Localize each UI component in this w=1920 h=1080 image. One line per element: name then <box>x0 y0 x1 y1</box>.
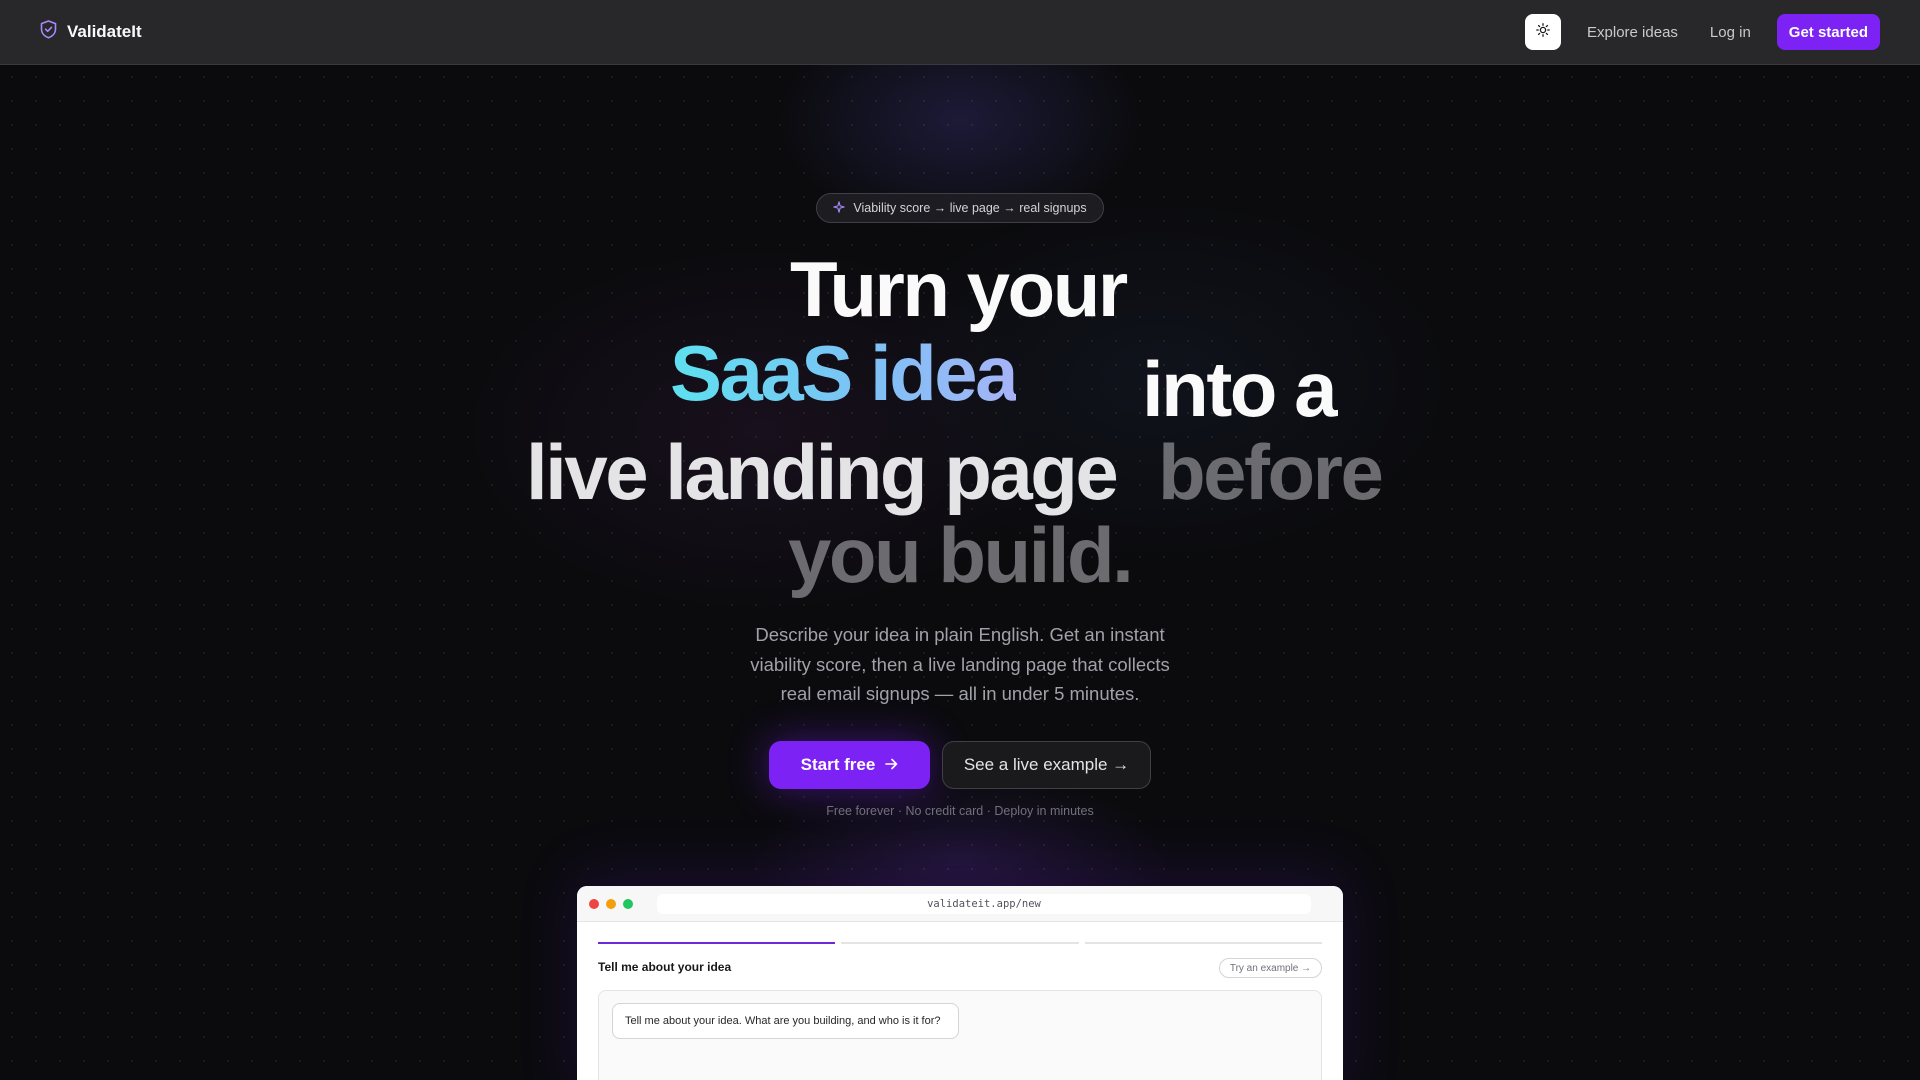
hero-subtitle: Describe your idea in plain English. Get… <box>750 624 1170 704</box>
hero-fineprint: Free forever · No credit card · Deploy i… <box>826 804 1094 818</box>
headline-line-3-muted: before <box>1158 428 1384 516</box>
window-close-dot <box>589 898 599 909</box>
step-progress-segment <box>841 942 1079 944</box>
start-free-label: Start free <box>800 755 876 774</box>
window-minimize-dot <box>606 898 616 909</box>
step-progress <box>598 942 1322 944</box>
headline-line-4: you build. <box>788 511 1134 599</box>
chat-area: Tell me about your idea. What are you bu… <box>598 990 1322 1080</box>
arrow-right-icon <box>885 755 898 775</box>
headline-accent: SaaS idea <box>670 329 1019 417</box>
browser-mockup: validateit.app/new Tell me about your id… <box>577 886 1343 1080</box>
window-maximize-dot <box>623 898 633 909</box>
headline-line-2: into a <box>1142 345 1338 433</box>
mock-step-title: Tell me about your idea <box>598 960 732 974</box>
assistant-message: Tell me about your idea. What are you bu… <box>612 1003 959 1039</box>
headline-line-1: Turn your <box>790 245 1128 333</box>
see-live-example-button[interactable]: See a live example → <box>942 741 1151 789</box>
headline-line-3: live landing page <box>526 428 1119 516</box>
hero-headline: Turn your SaaS idea into a live landing … <box>0 0 1920 600</box>
browser-toolbar: validateit.app/new <box>577 886 1343 922</box>
address-bar: validateit.app/new <box>657 894 1311 914</box>
step-progress-segment <box>598 942 836 944</box>
start-free-button[interactable]: Start free <box>769 741 930 789</box>
step-progress-segment <box>1084 942 1322 944</box>
try-example-button: Try an example → <box>1219 958 1322 978</box>
